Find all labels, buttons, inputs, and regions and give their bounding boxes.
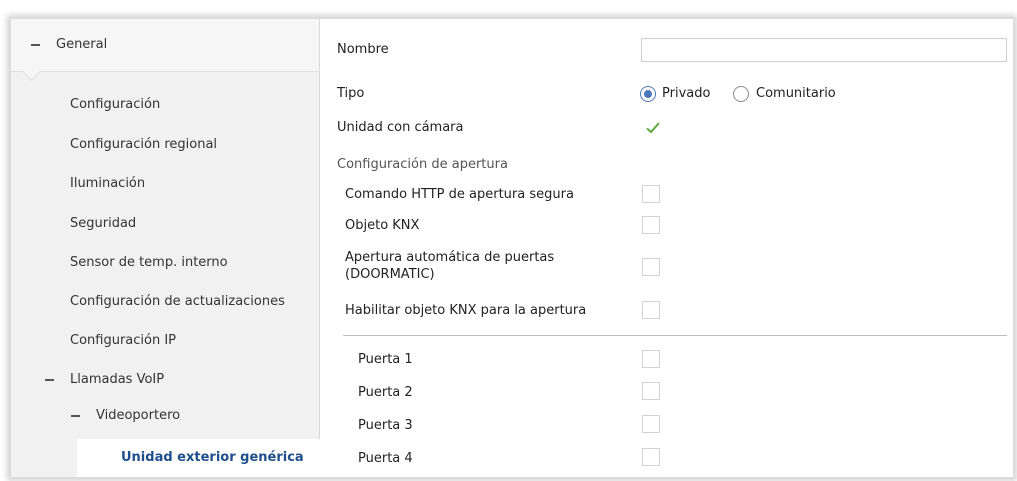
sidebar-item-iluminacion[interactable]: Iluminación xyxy=(70,169,145,199)
objeto-knx-checkbox[interactable] xyxy=(642,216,660,234)
doormatic-label-line2: (DOORMATIC) xyxy=(345,267,435,282)
http-apertura-checkbox[interactable] xyxy=(642,185,660,203)
sidebar-item-configuracion[interactable]: Configuración xyxy=(70,90,160,120)
minus-icon[interactable] xyxy=(71,414,80,417)
nombre-input[interactable] xyxy=(641,38,1007,62)
apertura-section-title: Configuración de apertura xyxy=(337,157,508,172)
camara-label: Unidad con cámara xyxy=(337,120,464,135)
puerta-2-label: Puerta 2 xyxy=(358,385,413,400)
sidebar-item-label: Iluminación xyxy=(70,176,146,191)
sidebar-item-unidad-exterior-generica[interactable]: Unidad exterior genérica xyxy=(77,439,337,477)
sidebar-item-label: Configuración regional xyxy=(70,137,218,152)
sidebar-item-seguridad[interactable]: Seguridad xyxy=(70,209,136,239)
sidebar-item-llamadas-voip[interactable]: Llamadas VoIP xyxy=(45,365,164,395)
sidebar-item-label: Seguridad xyxy=(70,216,137,231)
sidebar-item-label: Sensor de temp. interno xyxy=(70,255,228,270)
sidebar-item-label: Configuración xyxy=(70,97,161,112)
sidebar-item-label: General xyxy=(56,37,108,52)
camara-checkbox[interactable] xyxy=(642,119,660,137)
tipo-privado-radio[interactable] xyxy=(640,86,656,102)
doormatic-label-line1: Apertura automática de puertas xyxy=(345,250,555,265)
section-divider xyxy=(343,335,1007,336)
habilitar-knx-checkbox[interactable] xyxy=(642,301,660,319)
app-window: General Configuración Configuración regi… xyxy=(10,18,1014,478)
sidebar-item-label: Llamadas VoIP xyxy=(70,372,165,387)
doormatic-checkbox[interactable] xyxy=(642,258,660,276)
sidebar-item-label: Configuración de actualizaciones xyxy=(70,294,285,309)
nombre-label: Nombre xyxy=(337,42,389,57)
sidebar-item-configuracion-ip[interactable]: Configuración IP xyxy=(70,326,176,356)
puerta-1-checkbox[interactable] xyxy=(642,350,660,368)
tipo-privado-label[interactable]: Privado xyxy=(662,86,710,101)
sidebar-item-label: Videoportero xyxy=(96,408,181,423)
sidebar-item-actualizaciones[interactable]: Configuración de actualizaciones xyxy=(70,287,285,317)
sidebar-item-label: Unidad exterior genérica xyxy=(121,450,304,465)
puerta-2-checkbox[interactable] xyxy=(642,382,660,400)
tipo-label: Tipo xyxy=(337,86,365,101)
tipo-comunitario-label[interactable]: Comunitario xyxy=(756,86,836,101)
habilitar-knx-label: Habilitar objeto KNX para la apertura xyxy=(345,303,587,318)
puerta-4-label: Puerta 4 xyxy=(358,451,413,466)
minus-icon[interactable] xyxy=(45,378,54,381)
sidebar-item-general[interactable]: General xyxy=(11,19,319,72)
sidebar-item-sensor-temp[interactable]: Sensor de temp. interno xyxy=(70,248,228,278)
puerta-1-label: Puerta 1 xyxy=(358,352,413,367)
sidebar-item-videoportero[interactable]: Videoportero xyxy=(71,401,180,431)
sidebar-item-label: Configuración IP xyxy=(70,333,177,348)
sidebar-item-configuracion-regional[interactable]: Configuración regional xyxy=(70,130,217,160)
main-panel: Nombre Tipo Privado Comunitario Unidad c… xyxy=(320,19,1013,477)
checkmark-icon xyxy=(646,122,660,134)
http-apertura-label: Comando HTTP de apertura segura xyxy=(345,187,574,202)
puerta-3-checkbox[interactable] xyxy=(642,415,660,433)
puerta-3-label: Puerta 3 xyxy=(358,418,413,433)
puerta-4-checkbox[interactable] xyxy=(642,448,660,466)
objeto-knx-label: Objeto KNX xyxy=(345,218,420,233)
minus-icon[interactable] xyxy=(31,43,40,46)
tipo-comunitario-radio[interactable] xyxy=(733,86,749,102)
sidebar: General Configuración Configuración regi… xyxy=(11,19,320,477)
